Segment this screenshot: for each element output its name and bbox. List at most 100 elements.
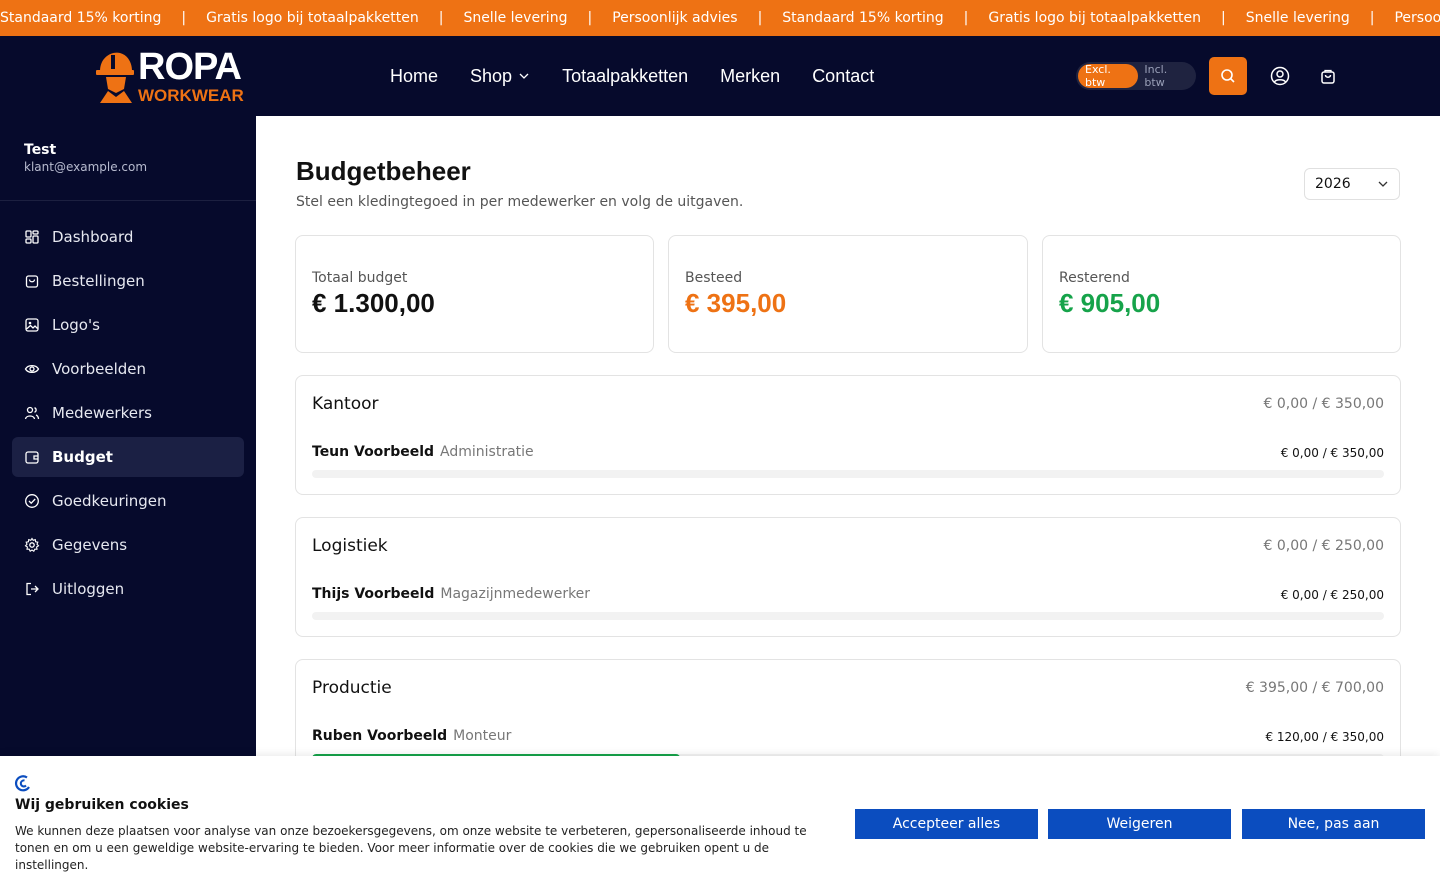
- employee-role: Administratie: [440, 444, 534, 460]
- employee-role: Monteur: [453, 728, 512, 744]
- employee-role: Magazijnmedewerker: [440, 586, 591, 602]
- sidebar-item-label: Goedkeuringen: [52, 492, 167, 510]
- cookie-consent-icon[interactable]: [14, 774, 32, 792]
- ticker-item: Snelle levering: [463, 10, 568, 26]
- sidebar-item-dashboard[interactable]: Dashboard: [12, 217, 244, 257]
- chevron-down-icon: [1378, 181, 1388, 187]
- vat-incl-option[interactable]: Incl. btw: [1138, 63, 1194, 89]
- nav-home-label: Home: [390, 65, 439, 86]
- ticker-row: Standaard 15% korting | Gratis logo bij to…: [0, 0, 1440, 36]
- cookie-title: Wij gebruiken cookies: [15, 797, 189, 813]
- page-title: Budgetbeheer: [296, 156, 471, 186]
- main-nav: Home Shop Totaalpakketten Merken Contact: [390, 36, 874, 116]
- ticker-item: Standaard 15% korting: [782, 10, 944, 26]
- sidebar-item-uitloggen[interactable]: Uitloggen: [12, 569, 244, 609]
- employee-row[interactable]: Teun Voorbeeld Administratie: [312, 444, 534, 460]
- employee-amount: € 120,00 / € 350,00: [1265, 730, 1384, 744]
- cookie-text: We kunnen deze plaatsen voor analyse van…: [15, 824, 807, 872]
- search-button[interactable]: [1209, 57, 1247, 95]
- group-total: € 0,00 / € 250,00: [1263, 538, 1385, 554]
- nav-packages[interactable]: Totaalpakketten: [562, 66, 688, 87]
- sidebar-item-label: Gegevens: [52, 536, 128, 554]
- employee-amount: € 0,00 / € 350,00: [1280, 446, 1384, 460]
- spent-card: Besteed € 395,00: [668, 235, 1028, 353]
- sidebar-item-gegevens[interactable]: Gegevens: [12, 525, 244, 565]
- cookie-banner: Wij gebruiken cookies We kunnen deze pla…: [0, 756, 1440, 880]
- group-name: Kantoor: [312, 394, 379, 414]
- total-budget-label: Totaal budget: [312, 270, 408, 286]
- nav-shop-label: Shop: [470, 65, 513, 86]
- year-select-value: 2026: [1315, 176, 1351, 192]
- dashboard-icon: [25, 230, 39, 244]
- sidebar-item-label: Dashboard: [52, 228, 134, 246]
- vat-toggle[interactable]: Excl. btw Incl. btw: [1076, 62, 1196, 90]
- sidebar-item-logo-s[interactable]: Logo's: [12, 305, 244, 345]
- year-select[interactable]: 2026: [1304, 168, 1400, 200]
- ticker-item: Standaard 15% korting: [0, 10, 162, 26]
- brand-name-top: ROPA: [138, 46, 242, 88]
- ticker-item: Persoonlijk: [1394, 10, 1440, 26]
- user-name: Test: [24, 142, 57, 158]
- reject-button[interactable]: Weigeren: [1048, 809, 1231, 839]
- gear-icon: [24, 537, 40, 553]
- cart-button[interactable]: [1318, 66, 1338, 86]
- user-circle-icon: [1270, 66, 1290, 86]
- employee-row[interactable]: Ruben Voorbeeld Monteur: [312, 728, 511, 744]
- account-button[interactable]: [1270, 66, 1290, 86]
- site-header: ROPA WORKWEAR Home Shop Totaalpakketten …: [0, 36, 1440, 116]
- employee-name: Ruben Voorbeeld: [312, 728, 448, 744]
- employee-name: Teun Voorbeeld: [312, 444, 435, 460]
- check-circle-icon: [25, 494, 39, 508]
- promo-ticker: Standaard 15% korting | Gratis logo bij to…: [0, 0, 1440, 36]
- sidebar-item-budget[interactable]: Budget: [12, 437, 244, 477]
- ticker-item: Gratis logo bij totaalpakketten: [988, 10, 1202, 26]
- budget-group-logistiek: Logistiek € 0,00 / € 250,00 Thijs Voorbe…: [295, 517, 1401, 637]
- helmet-icon: [96, 49, 134, 103]
- image-icon: [25, 318, 39, 332]
- nav-brands-label: Merken: [720, 65, 781, 86]
- sidebar-item-label: Uitloggen: [52, 580, 125, 598]
- brand-logo[interactable]: ROPA WORKWEAR: [96, 48, 246, 104]
- nav-brands[interactable]: Merken: [720, 66, 780, 87]
- employee-progress-bar: [312, 612, 1384, 620]
- employee-progress-bar: [312, 470, 1384, 478]
- nav-home[interactable]: Home: [390, 66, 438, 87]
- sidebar-item-bestellingen[interactable]: Bestellingen: [12, 261, 244, 301]
- group-total: € 395,00 / € 700,00: [1245, 680, 1384, 696]
- total-budget-value: € 1.300,00: [312, 288, 435, 318]
- accept-all-button[interactable]: Accepteer alles: [855, 809, 1038, 839]
- group-name: Productie: [312, 678, 392, 698]
- chevron-down-icon: [519, 73, 529, 79]
- nav-contact-label: Contact: [812, 65, 875, 86]
- sidebar-item-voorbeelden[interactable]: Voorbeelden: [12, 349, 244, 389]
- remaining-value: € 905,00: [1059, 288, 1161, 318]
- nav-packages-label: Totaalpakketten: [562, 65, 689, 86]
- users-icon: [24, 406, 40, 420]
- sidebar-item-label: Bestellingen: [52, 272, 145, 290]
- nav-shop[interactable]: Shop: [470, 66, 530, 87]
- user-info: Test klant@example.com: [0, 116, 256, 201]
- bag-icon: [25, 275, 39, 288]
- spent-value: € 395,00: [685, 288, 787, 318]
- eye-icon: [24, 364, 40, 374]
- brand-name-bottom: WORKWEAR: [138, 86, 244, 105]
- sidebar-item-medewerkers[interactable]: Medewerkers: [12, 393, 244, 433]
- logout-icon: [26, 582, 39, 596]
- remaining-label: Resterend: [1059, 270, 1130, 286]
- sidebar-item-goedkeuringen[interactable]: Goedkeuringen: [12, 481, 244, 521]
- page-subtitle: Stel een kledingtegoed in per medewerker…: [296, 194, 744, 210]
- shopping-bag-icon: [1321, 69, 1335, 84]
- vat-excl-option[interactable]: Excl. btw: [1078, 63, 1139, 89]
- nav-contact[interactable]: Contact: [812, 66, 874, 87]
- employee-name: Thijs Voorbeeld: [312, 586, 435, 602]
- budget-group-kantoor: Kantoor € 0,00 / € 350,00 Teun Voorbeeld…: [295, 375, 1401, 495]
- remaining-card: Resterend € 905,00: [1042, 235, 1401, 353]
- sidebar-menu: Dashboard Bestellingen Logo's Voorbeelden Me…: [0, 201, 256, 609]
- customize-button[interactable]: Nee, pas aan: [1242, 809, 1425, 839]
- employee-row[interactable]: Thijs Voorbeeld Magazijnmedewerker: [312, 586, 590, 602]
- sidebar-item-label: Logo's: [52, 316, 100, 334]
- search-icon: [1221, 69, 1235, 83]
- group-name: Logistiek: [312, 536, 388, 556]
- ticker-item: Persoonlijk advies: [612, 10, 738, 26]
- group-total: € 0,00 / € 350,00: [1263, 396, 1385, 412]
